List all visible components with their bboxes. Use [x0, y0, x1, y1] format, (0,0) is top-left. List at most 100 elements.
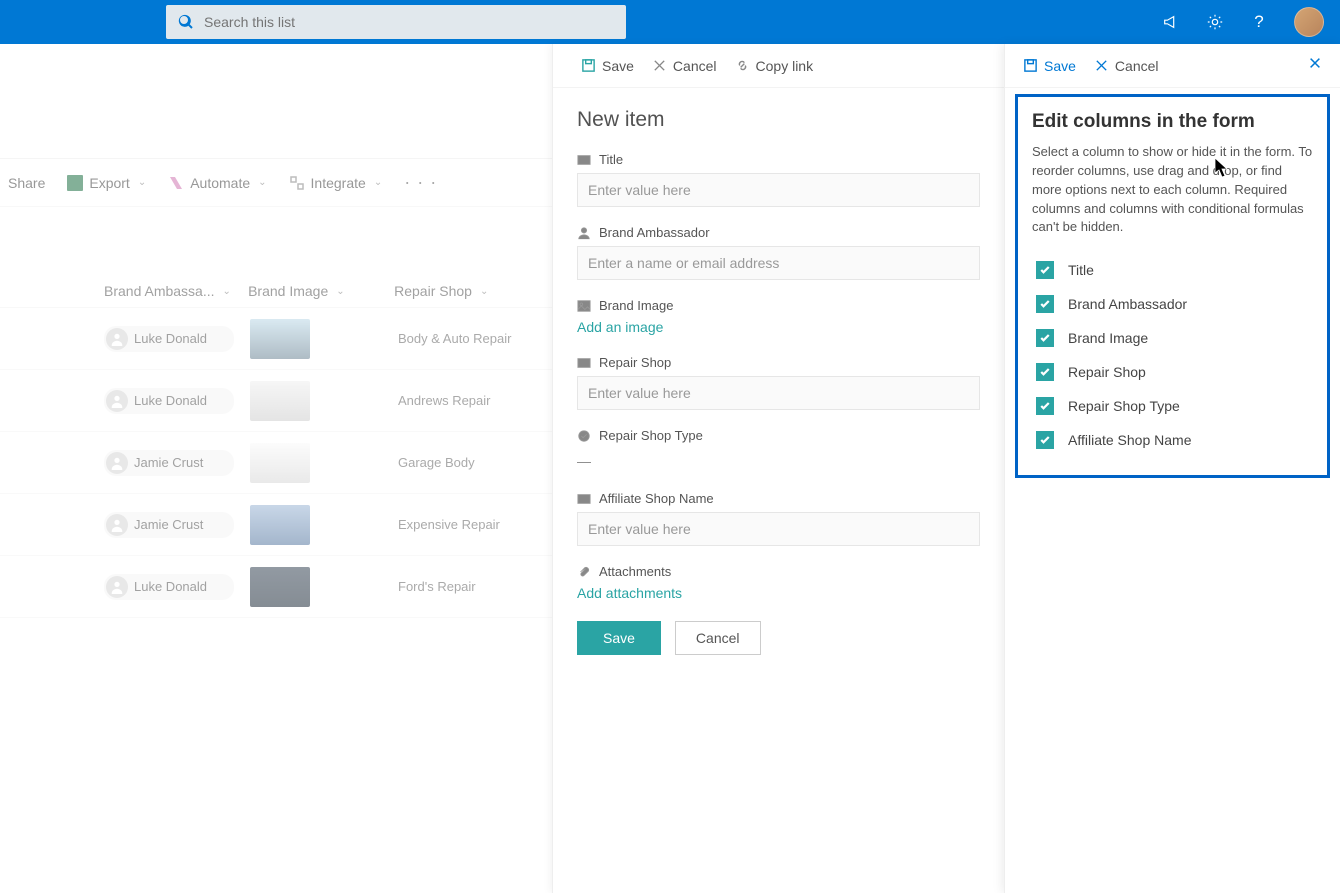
shop-cell: Expensive Repair [398, 517, 500, 532]
checkbox-checked[interactable] [1036, 431, 1054, 449]
checkbox-checked[interactable] [1036, 329, 1054, 347]
attachment-icon [577, 565, 591, 579]
shop-cell: Ford's Repair [398, 579, 476, 594]
app-header: ? [0, 0, 1340, 44]
column-name: Repair Shop Type [1068, 398, 1180, 414]
checkbox-checked[interactable] [1036, 261, 1054, 279]
add-image-link[interactable]: Add an image [577, 319, 663, 335]
close-panel-button[interactable] [1308, 56, 1322, 75]
chevron-down-icon: ⌄ [336, 286, 344, 297]
chevron-down-icon: ⌄ [374, 177, 382, 188]
checkbox-checked[interactable] [1036, 397, 1054, 415]
table-row[interactable]: Luke Donald Ford's Repair [0, 556, 552, 618]
search-box[interactable] [166, 5, 626, 39]
person-pill[interactable]: Jamie Crust [104, 512, 234, 538]
field-label-image: Brand Image [599, 298, 673, 313]
car-thumbnail [250, 567, 310, 607]
car-thumbnail [250, 319, 310, 359]
text-icon [577, 356, 591, 370]
repair-shop-input[interactable] [577, 376, 980, 410]
link-icon [735, 58, 750, 73]
edit-columns-highlight: Edit columns in the form Select a column… [1015, 94, 1330, 478]
car-thumbnail [250, 505, 310, 545]
person-pill[interactable]: Jamie Crust [104, 450, 234, 476]
column-toggle-row[interactable]: Repair Shop Type [1032, 389, 1313, 423]
column-header-image[interactable]: Brand Image⌄ [248, 283, 394, 299]
list-background: Share Export⌄ Automate⌄ Integrate⌄ · · ·… [0, 44, 552, 893]
column-name: Title [1068, 262, 1094, 278]
checkbox-checked[interactable] [1036, 295, 1054, 313]
edit-columns-toolbar: Save Cancel [1005, 44, 1340, 88]
column-header-ambassador[interactable]: Brand Ambassa...⌄ [104, 283, 248, 299]
column-name: Brand Image [1068, 330, 1148, 346]
text-icon [577, 153, 591, 167]
table-header: Brand Ambassa...⌄ Brand Image⌄ Repair Sh… [0, 267, 552, 308]
title-input[interactable] [577, 173, 980, 207]
table-row[interactable]: Jamie Crust Expensive Repair [0, 494, 552, 556]
car-thumbnail [250, 443, 310, 483]
field-label-ambassador: Brand Ambassador [599, 225, 710, 240]
column-toggle-row[interactable]: Repair Shop [1032, 355, 1313, 389]
table-row[interactable]: Luke Donald Andrews Repair [0, 370, 552, 432]
add-attachments-link[interactable]: Add attachments [577, 585, 682, 601]
new-item-panel: Save Cancel Copy link New item Title Bra… [552, 44, 1004, 893]
close-icon [1094, 58, 1109, 73]
person-pill[interactable]: Luke Donald [104, 326, 234, 352]
column-name: Brand Ambassador [1068, 296, 1187, 312]
text-icon [577, 492, 591, 506]
person-avatar-icon [106, 390, 128, 412]
panel-title: New item [577, 108, 980, 132]
car-thumbnail [250, 381, 310, 421]
edit-columns-description: Select a column to show or hide it in th… [1032, 143, 1313, 237]
person-pill[interactable]: Luke Donald [104, 388, 234, 414]
person-name: Luke Donald [134, 579, 207, 594]
column-toggle-row[interactable]: Brand Image [1032, 321, 1313, 355]
megaphone-icon[interactable] [1162, 13, 1180, 31]
ambassador-input[interactable] [577, 246, 980, 280]
image-icon [577, 299, 591, 313]
chevron-down-icon: ⌄ [223, 286, 231, 297]
edit-cancel-button[interactable]: Cancel [1094, 58, 1159, 74]
field-label-type: Repair Shop Type [599, 428, 703, 443]
column-toggle-row[interactable]: Title [1032, 253, 1313, 287]
person-name: Luke Donald [134, 393, 207, 408]
edit-save-button[interactable]: Save [1023, 58, 1076, 74]
chevron-down-icon: ⌄ [138, 177, 146, 188]
panel-cancel-button[interactable]: Cancel [652, 58, 717, 74]
column-toggle-row[interactable]: Brand Ambassador [1032, 287, 1313, 321]
column-toggle-row[interactable]: Affiliate Shop Name [1032, 423, 1313, 457]
table-row[interactable]: Jamie Crust Garage Body [0, 432, 552, 494]
edit-columns-title: Edit columns in the form [1032, 111, 1313, 133]
form-save-button[interactable]: Save [577, 621, 661, 655]
choice-icon [577, 429, 591, 443]
person-pill[interactable]: Luke Donald [104, 574, 234, 600]
flow-icon [168, 175, 184, 191]
automate-button[interactable]: Automate⌄ [168, 175, 266, 191]
search-input[interactable] [204, 14, 614, 30]
integrate-button[interactable]: Integrate⌄ [289, 175, 383, 191]
repair-shop-type-value[interactable]: — [577, 449, 980, 473]
excel-icon [67, 175, 83, 191]
close-icon [1308, 56, 1322, 70]
affiliate-input[interactable] [577, 512, 980, 546]
share-button[interactable]: Share [8, 175, 45, 191]
more-button[interactable]: · · · [404, 172, 437, 193]
table-row[interactable]: Luke Donald Body & Auto Repair [0, 308, 552, 370]
gear-icon[interactable] [1206, 13, 1224, 31]
export-button[interactable]: Export⌄ [67, 175, 146, 191]
column-header-shop[interactable]: Repair Shop⌄ [394, 283, 552, 299]
help-icon[interactable]: ? [1250, 13, 1268, 31]
person-name: Luke Donald [134, 331, 207, 346]
shop-cell: Body & Auto Repair [398, 331, 511, 346]
copy-link-button[interactable]: Copy link [735, 58, 814, 74]
shop-cell: Garage Body [398, 455, 475, 470]
person-avatar-icon [106, 576, 128, 598]
form-cancel-button[interactable]: Cancel [675, 621, 761, 655]
column-name: Affiliate Shop Name [1068, 432, 1191, 448]
checkbox-checked[interactable] [1036, 363, 1054, 381]
edit-columns-panel: Save Cancel Edit columns in the form Sel… [1004, 44, 1340, 893]
save-icon [1023, 58, 1038, 73]
panel-save-button[interactable]: Save [581, 58, 634, 74]
user-avatar[interactable] [1294, 7, 1324, 37]
person-name: Jamie Crust [134, 517, 203, 532]
